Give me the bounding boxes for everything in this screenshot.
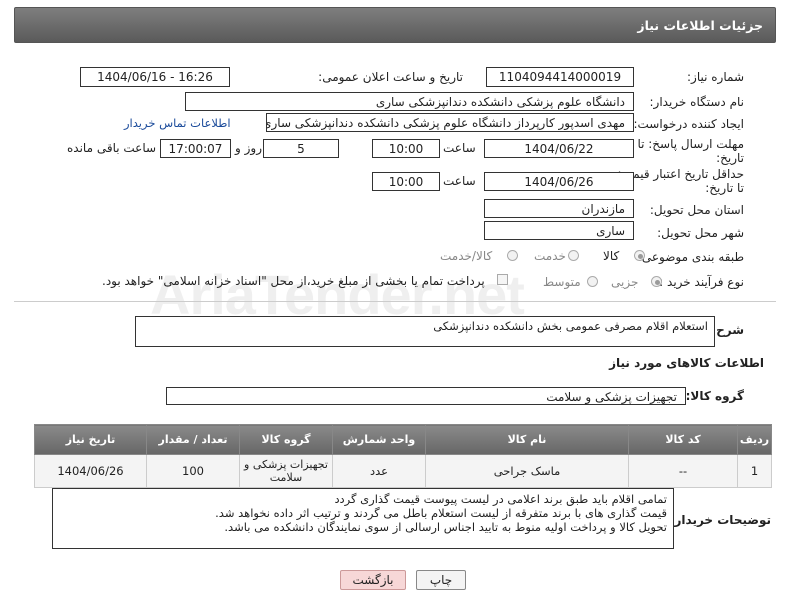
cell-code: -- <box>628 454 738 488</box>
col-need-date: تاریخ نیاز <box>34 424 147 455</box>
back-button[interactable]: بازگشت <box>340 570 406 590</box>
buyer-notes-line-3: تحویل کالا و پرداخت اولیه منوط به تایید … <box>224 520 667 534</box>
city-field: ساری <box>484 221 634 240</box>
process-option-minor: جزیی <box>611 275 639 289</box>
announce-label: تاریخ و ساعت اعلان عمومی: <box>318 70 463 84</box>
creator-field: مهدی اسدپور کارپرداز دانشگاه علوم پزشکی … <box>266 113 634 132</box>
days-field: 5 <box>263 139 339 158</box>
page-header: جزئیات اطلاعات نیاز <box>14 7 776 43</box>
province-field: مازندران <box>484 199 634 218</box>
process-radio-minor[interactable] <box>651 276 662 287</box>
cell-group: تجهیزات پزشکی و سلامت <box>239 454 333 488</box>
category-radio-service[interactable] <box>568 250 579 261</box>
process-radio-medium[interactable] <box>587 276 598 287</box>
validity-date-field: 1404/06/26 <box>484 172 634 191</box>
col-name: نام کالا <box>425 424 629 455</box>
separator <box>14 301 776 302</box>
deadline-label-2: تاریخ: <box>716 151 744 165</box>
category-radio-goods[interactable] <box>634 250 645 261</box>
need-number-field: 1104094414000019 <box>486 67 634 87</box>
table-row: 1 -- ماسک جراحی عدد تجهیزات پزشکی و سلام… <box>34 454 772 488</box>
treasury-payment-checkbox[interactable] <box>497 274 508 285</box>
city-label: شهر محل تحویل: <box>657 226 744 240</box>
goods-table: ردیف کد کالا نام کالا واحد شمارش گروه کا… <box>34 424 772 488</box>
deadline-label-1: مهلت ارسال پاسخ: تا <box>637 137 744 151</box>
goods-table-header: ردیف کد کالا نام کالا واحد شمارش گروه کا… <box>34 424 772 455</box>
description-textarea[interactable]: استعلام اقلام مصرفی عمومی بخش دانشکده دن… <box>135 316 715 347</box>
buyer-notes-textarea[interactable]: تمامی اقلام باید طبق برند اعلامی در لیست… <box>52 488 674 549</box>
validity-label-2: تا تاریخ: <box>705 181 744 195</box>
buyer-org-label: نام دستگاه خریدار: <box>649 95 745 109</box>
need-number-label: شماره نیاز: <box>687 70 744 84</box>
validity-label-1: حداقل تاریخ اعتبار قیمت: <box>617 167 744 181</box>
description-text: استعلام اقلام مصرفی عمومی بخش دانشکده دن… <box>433 319 708 333</box>
process-label: نوع فرآیند خرید : <box>659 275 744 289</box>
deadline-time-label: ساعت <box>443 141 476 155</box>
category-option-goods: کالا <box>603 249 620 263</box>
cell-name: ماسک جراحی <box>425 454 629 488</box>
col-unit: واحد شمارش <box>332 424 426 455</box>
deadline-time-field: 10:00 <box>372 139 440 158</box>
col-code: کد کالا <box>628 424 738 455</box>
col-row: ردیف <box>737 424 772 455</box>
buyer-org-field: دانشگاه علوم پزشکی دانشکده دندانپزشکی سا… <box>185 92 634 111</box>
category-radio-goods-service[interactable] <box>507 250 518 261</box>
category-option-goods-service: کالا/خدمت <box>440 249 493 263</box>
buyer-notes-line-1: تمامی اقلام باید طبق برند اعلامی در لیست… <box>334 492 667 506</box>
remaining-time-field: 17:00:07 <box>160 139 231 158</box>
goods-group-field: تجهیزات پزشکی و سلامت <box>166 387 686 405</box>
category-option-service: خدمت <box>534 249 566 263</box>
remaining-label: ساعت باقی مانده <box>67 141 157 155</box>
process-option-medium: متوسط <box>543 275 581 289</box>
buyer-contact-link[interactable]: اطلاعات تماس خریدار <box>124 116 231 130</box>
col-quantity: تعداد / مقدار <box>146 424 240 455</box>
buyer-notes-label: توضیحات خریدار: <box>669 513 771 527</box>
announce-field: 1404/06/16 - 16:26 <box>80 67 230 87</box>
creator-label: ایجاد کننده درخواست: <box>633 117 744 131</box>
cell-row: 1 <box>737 454 772 488</box>
province-label: استان محل تحویل: <box>649 203 744 217</box>
validity-time-field: 10:00 <box>372 172 440 191</box>
deadline-date-field: 1404/06/22 <box>484 139 634 158</box>
validity-time-label: ساعت <box>443 174 476 188</box>
cell-quantity: 100 <box>146 454 240 488</box>
goods-group-label: گروه کالا: <box>685 389 744 403</box>
print-button[interactable]: چاپ <box>416 570 466 590</box>
days-label: روز و <box>235 141 262 155</box>
treasury-payment-note: پرداخت تمام یا بخشی از مبلغ خرید،از محل … <box>102 274 485 288</box>
buyer-notes-line-2: قیمت گذاری های با برند متفرقه از لیست اس… <box>215 506 667 520</box>
category-label: طبقه بندی موضوعی: <box>637 250 744 264</box>
col-group: گروه کالا <box>239 424 333 455</box>
cell-need-date: 1404/06/26 <box>34 454 147 488</box>
goods-table-wrap: ردیف کد کالا نام کالا واحد شمارش گروه کا… <box>34 424 772 488</box>
cell-unit: عدد <box>332 454 426 488</box>
goods-section-title: اطلاعات کالاهای مورد نیاز <box>609 356 764 370</box>
